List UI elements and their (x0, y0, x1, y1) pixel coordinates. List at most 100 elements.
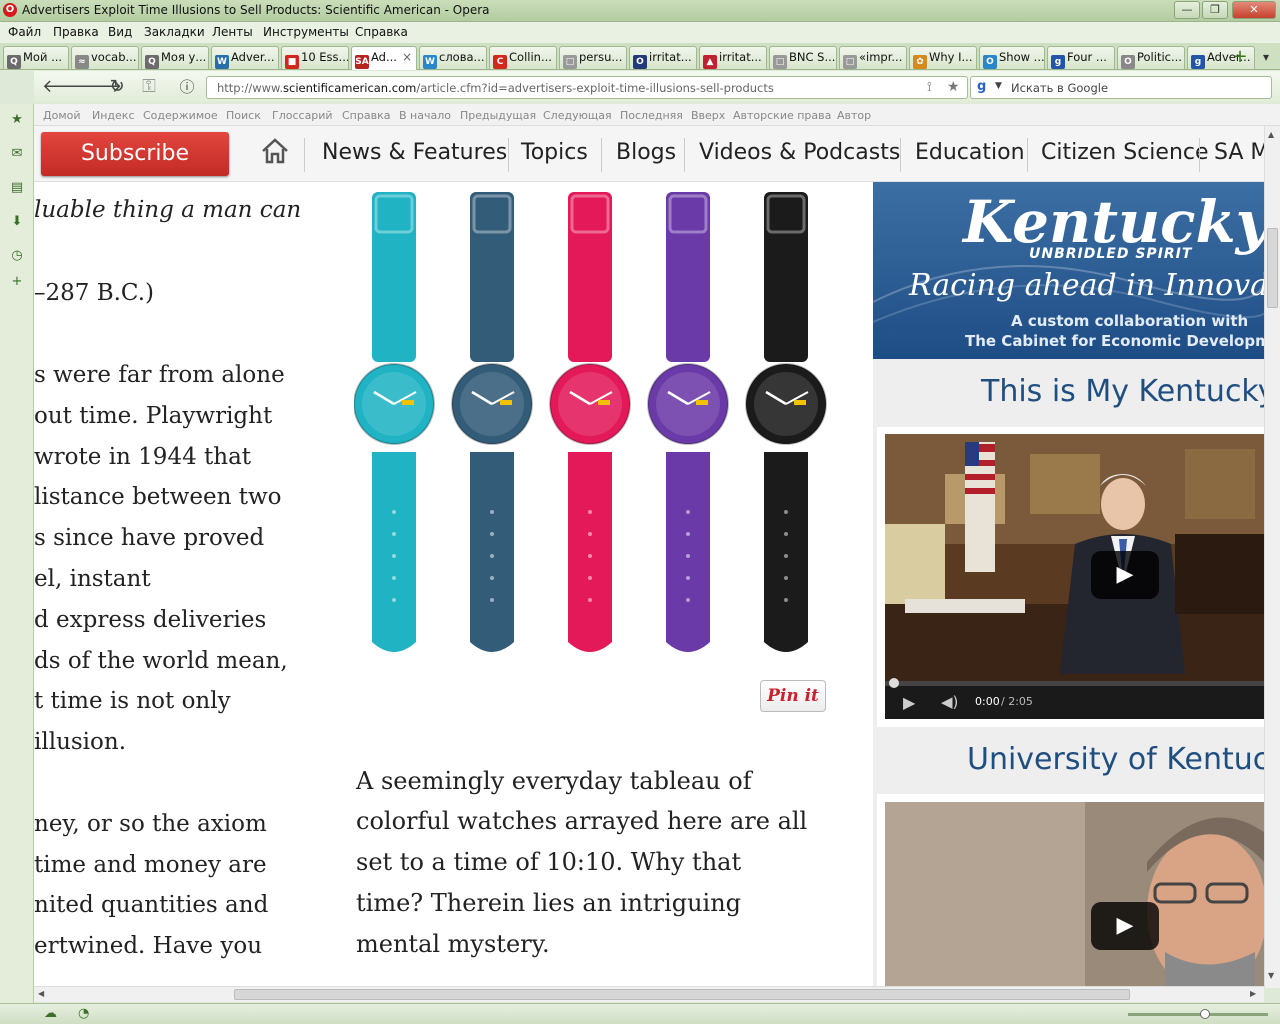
rss-icon[interactable]: ⟟ (927, 80, 932, 95)
tab-favicon-icon: ≈ (75, 55, 89, 69)
sidebar-heading-my-kentucky: This is My Kentucky (981, 374, 1264, 409)
tab-0[interactable]: Q Мой ... (3, 46, 69, 69)
chevron-down-icon[interactable]: ▼ (995, 81, 1002, 91)
navlink-help[interactable]: Справка (342, 109, 390, 122)
tab-3[interactable]: W Adver... (211, 46, 279, 69)
video-progress-bar[interactable] (885, 681, 1264, 686)
tab-10[interactable]: ▲ irritat... (699, 46, 767, 69)
vertical-scroll-thumb[interactable] (1267, 228, 1278, 308)
tab-14[interactable]: O Show ... (979, 46, 1045, 69)
vertical-scrollbar[interactable]: ▲ ▼ (1264, 126, 1280, 988)
menu-tools[interactable]: Инструменты (263, 25, 349, 39)
pin-it-button[interactable]: Pin it (760, 680, 826, 712)
new-tab-button[interactable]: + (1230, 47, 1250, 67)
restore-button[interactable]: ❐ (1202, 1, 1228, 19)
scroll-up-icon[interactable]: ▲ (1268, 130, 1274, 139)
tab-label: Why I... (929, 50, 973, 64)
close-window-button[interactable]: ✕ (1232, 1, 1276, 19)
tab-5[interactable]: SA Ad... × (351, 46, 417, 70)
mail-icon[interactable]: ✉ (9, 146, 25, 162)
home-icon[interactable] (260, 136, 290, 166)
tab-7[interactable]: C Collin... (489, 46, 557, 69)
tab-9[interactable]: Oirritat... (629, 46, 697, 69)
play-icon[interactable]: ▶ (1091, 902, 1159, 950)
nav-topics[interactable]: Topics (521, 140, 588, 165)
watch-4 (745, 192, 827, 652)
subscribe-button[interactable]: Subscribe (41, 132, 229, 176)
navlink-index[interactable]: Индекс (92, 109, 135, 122)
scroll-left-icon[interactable]: ◀ (38, 989, 44, 998)
image-caption-line: set to a time of 10:10. Why that (356, 848, 742, 876)
tab-list-button[interactable]: ▾ (1256, 47, 1276, 67)
video-player-1[interactable]: ▶ ▶ ◀) 0:00 / 2:05 (885, 434, 1264, 719)
navlink-first[interactable]: В начало (399, 109, 451, 122)
url-field[interactable]: http://www.scientificamerican.com/articl… (206, 76, 968, 99)
video-scrubber[interactable] (889, 678, 899, 688)
navlink-search[interactable]: Поиск (226, 109, 261, 122)
tab-15[interactable]: g Four ... (1047, 46, 1115, 69)
menu-file[interactable]: Файл (8, 25, 41, 39)
downloads-icon[interactable]: ⬇ (9, 214, 25, 230)
navlink-next[interactable]: Следующая (543, 109, 612, 122)
kentucky-ad-banner[interactable]: Kentucky UNBRIDLED SPIRIT Racing ahead i… (873, 182, 1264, 359)
navlink-author[interactable]: Автор (837, 109, 871, 122)
back-icon[interactable]: 🡐 (42, 76, 90, 98)
key-icon[interactable]: ⚿ (138, 76, 160, 98)
bookmarks-star-icon[interactable]: ★ (9, 112, 25, 128)
navlink-up[interactable]: Вверх (691, 109, 725, 122)
tab-1[interactable]: ≈ vocab... (71, 46, 139, 69)
article-text-line: luable thing a man can (34, 197, 302, 223)
speed-dial-gauge-icon[interactable]: ◔ (78, 1006, 89, 1021)
navlink-copyright[interactable]: Авторские права (733, 109, 831, 122)
bookmark-star-icon[interactable]: ★ (947, 79, 960, 95)
tab-2[interactable]: Q Моя у... (141, 46, 209, 69)
video-player-2[interactable]: ▶ (885, 802, 1264, 988)
zoom-slider-track[interactable] (1128, 1013, 1268, 1016)
nav-videos-podcasts[interactable]: Videos & Podcasts (699, 140, 900, 165)
menu-bookmarks[interactable]: Закладки (144, 25, 205, 39)
tab-4[interactable]: ■ 10 Ess... (281, 46, 349, 69)
tab-6[interactable]: Wслова... (419, 46, 487, 69)
nav-education[interactable]: Education (915, 140, 1025, 165)
tab-8[interactable]: □ persu... (559, 46, 627, 69)
play-control-icon[interactable]: ▶ (903, 693, 915, 712)
menu-feeds[interactable]: Ленты (212, 25, 253, 39)
horizontal-scrollbar[interactable]: ◀ ▶ (34, 986, 1264, 1002)
history-clock-icon[interactable]: ◷ (9, 248, 25, 264)
nav-divider (508, 138, 509, 172)
minimize-button[interactable]: — (1174, 1, 1200, 19)
scroll-right-icon[interactable]: ▶ (1250, 989, 1256, 998)
nav-citizen-science[interactable]: Citizen Science (1041, 140, 1209, 165)
reload-icon[interactable]: ↻ (106, 76, 128, 98)
navlink-contents[interactable]: Содержимое (143, 109, 218, 122)
navlink-glossary[interactable]: Глоссарий (272, 109, 333, 122)
nav-sa-magazine[interactable]: SA M (1214, 140, 1264, 165)
volume-icon[interactable]: ◀) (941, 693, 958, 711)
navlink-home[interactable]: Домой (43, 109, 81, 122)
unbridled-spirit-text: UNBRIDLED SPIRIT (1029, 246, 1193, 262)
forward-icon[interactable]: 🡒 (74, 76, 122, 98)
tab-close-icon[interactable]: × (402, 47, 412, 68)
play-icon[interactable]: ▶ (1091, 551, 1159, 599)
site-info-icon[interactable]: ⓘ (176, 76, 198, 98)
menu-view[interactable]: Вид (108, 25, 132, 39)
google-icon[interactable]: g (977, 79, 993, 95)
tab-12[interactable]: □ «impr... (839, 46, 907, 69)
tab-11[interactable]: □ BNC S... (769, 46, 837, 69)
menu-help[interactable]: Справка (355, 25, 408, 39)
scroll-down-icon[interactable]: ▼ (1268, 971, 1274, 980)
zoom-slider-handle[interactable] (1200, 1009, 1210, 1019)
nav-blogs[interactable]: Blogs (616, 140, 676, 165)
notes-icon[interactable]: ▤ (9, 180, 25, 196)
navlink-last[interactable]: Последняя (620, 109, 683, 122)
nav-news-features[interactable]: News & Features (322, 140, 507, 165)
tab-favicon-icon: O (1121, 55, 1135, 69)
search-field[interactable]: g ▼ Искать в Google (970, 76, 1272, 99)
tab-16[interactable]: O Politic... (1117, 46, 1185, 69)
navlink-previous[interactable]: Предыдущая (460, 109, 536, 122)
tab-13[interactable]: ✿ Why I... (909, 46, 977, 69)
horizontal-scroll-thumb[interactable] (234, 989, 1130, 1000)
add-panel-icon[interactable]: + (9, 274, 25, 290)
menu-edit[interactable]: Правка (53, 25, 99, 39)
opera-unite-cloud-icon[interactable]: ☁ (44, 1006, 57, 1021)
